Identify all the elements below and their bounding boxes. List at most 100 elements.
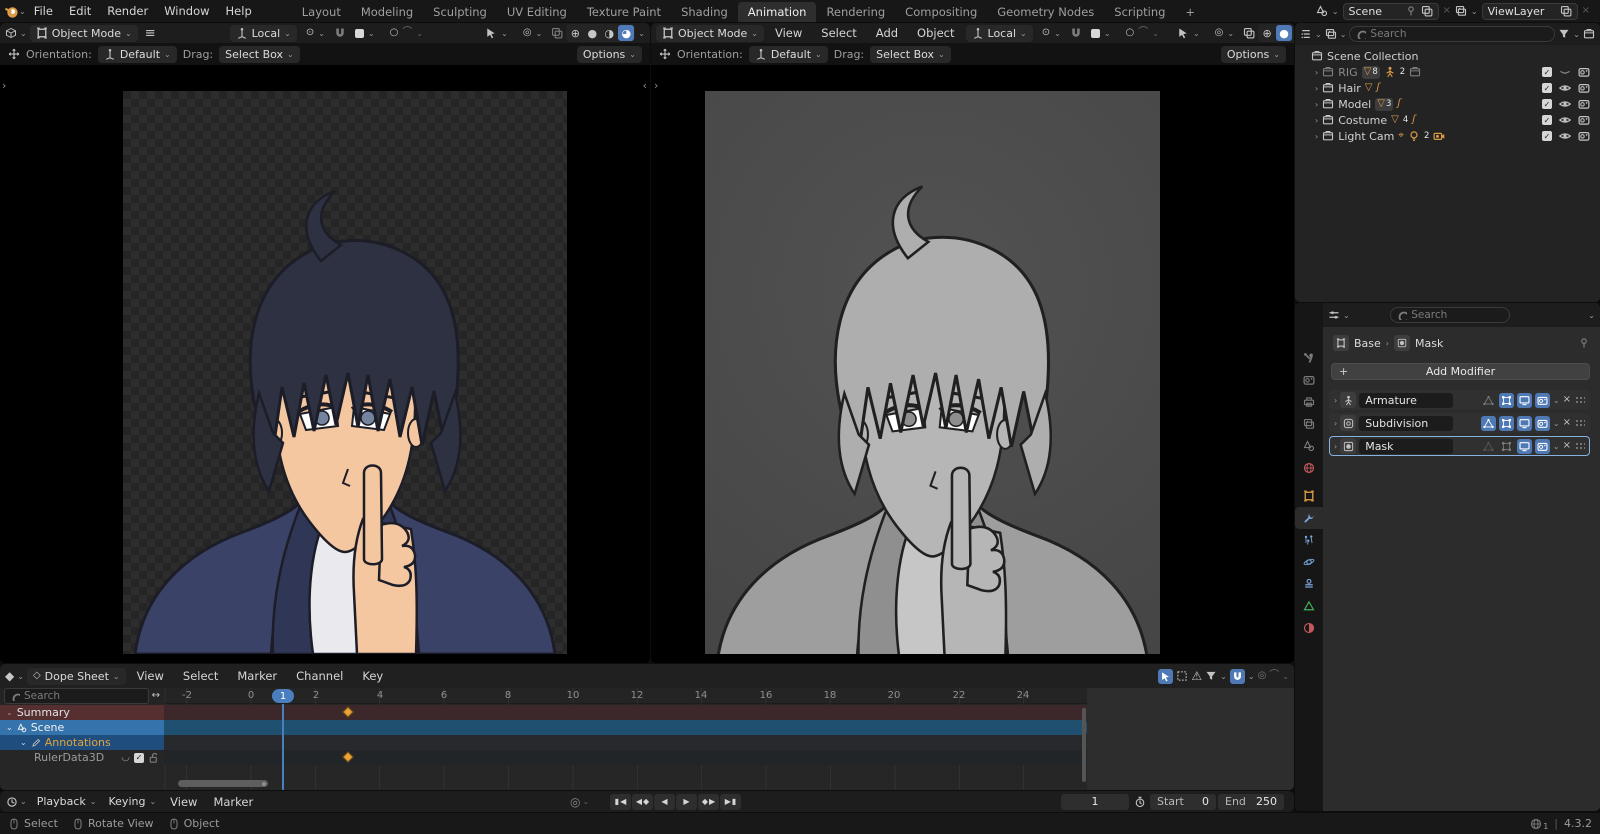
collapsed-menus-icon[interactable]: ≡: [141, 27, 160, 40]
menu-edit[interactable]: Edit: [61, 0, 99, 22]
eye-icon[interactable]: [1559, 82, 1571, 94]
eye-icon[interactable]: [1559, 130, 1571, 142]
dope-menu-select[interactable]: Select: [175, 665, 226, 687]
tab-render[interactable]: [1295, 369, 1323, 391]
toggle-edit-mode[interactable]: [1499, 439, 1514, 454]
scene-browse-chevron-icon[interactable]: ⌄: [1332, 7, 1339, 16]
properties-editor-type-icon[interactable]: [1328, 309, 1340, 321]
overlays-toggle[interactable]: ◎ ⌄: [1209, 25, 1240, 42]
camera-visibility-icon[interactable]: [1578, 98, 1590, 110]
filter-icon[interactable]: [1558, 28, 1570, 40]
shading-popover-chevron-icon[interactable]: ⌄: [638, 29, 645, 38]
editor-type-chevron-icon[interactable]: ⌄: [20, 29, 27, 38]
tab-compositing[interactable]: Compositing: [895, 2, 987, 22]
expand-chevron-icon[interactable]: ›: [1334, 419, 1337, 428]
tab-geometry-nodes[interactable]: Geometry Nodes: [987, 2, 1104, 22]
viewport-menu-view[interactable]: View: [767, 23, 810, 44]
tool-drag-dropdown[interactable]: Select Box ⌄: [219, 45, 300, 63]
viewlayer-browse-icon[interactable]: [1455, 5, 1467, 17]
dope-menu-channel[interactable]: Channel: [288, 665, 351, 687]
modifier-name-field[interactable]: Subdivision: [1359, 415, 1454, 431]
modifier-extras-chevron-icon[interactable]: ⌄: [1553, 442, 1560, 451]
modifier-name-field[interactable]: Mask: [1359, 438, 1454, 454]
toggle-on-cage[interactable]: [1481, 439, 1496, 454]
keying-menu[interactable]: Keying ⌄: [103, 793, 163, 810]
toggle-render[interactable]: [1534, 392, 1550, 408]
overlays-toggle[interactable]: ◎ ⌄: [517, 25, 548, 42]
filter-icon[interactable]: [1205, 670, 1217, 682]
delete-modifier-icon[interactable]: ×: [1563, 395, 1571, 405]
viewport-right-canvas[interactable]: ›: [651, 65, 1294, 663]
tool-options-dropdown[interactable]: Options ⌄: [1220, 45, 1286, 63]
jump-to-end-button[interactable]: ▶ ▮: [720, 793, 741, 810]
viewlayer-browse-chevron-icon[interactable]: ⌄: [1471, 7, 1478, 16]
current-frame-field[interactable]: 1: [1061, 793, 1129, 810]
tab-tool[interactable]: [1295, 347, 1323, 369]
pivot-point-dropdown[interactable]: ⊙ ⌄: [1036, 25, 1067, 42]
transform-orientation-dropdown[interactable]: Local ⌄: [965, 24, 1033, 42]
tab-physics[interactable]: [1295, 551, 1323, 573]
tab-rendering[interactable]: Rendering: [816, 2, 895, 22]
exclude-checkbox[interactable]: ✓: [1542, 115, 1552, 125]
shading-rendered-button[interactable]: ◕: [618, 25, 635, 41]
outliner-row-light-cam[interactable]: › Light Cam ⌖ 2 ✓: [1295, 128, 1600, 144]
keying-icon[interactable]: ◎: [1258, 671, 1267, 681]
toggle-realtime[interactable]: [1516, 415, 1532, 431]
tab-layout[interactable]: Layout: [292, 2, 351, 22]
toggle-edit-mode[interactable]: [1498, 415, 1514, 431]
modifier-mask[interactable]: › Mask ⌄ ×: [1329, 436, 1590, 456]
outliner-search-input[interactable]: [1370, 28, 1549, 40]
outliner-display-mode-icon[interactable]: [1325, 28, 1337, 40]
new-viewlayer-icon[interactable]: [1560, 5, 1572, 17]
tool-options-dropdown[interactable]: Options ⌄: [576, 45, 642, 63]
lock-open-icon[interactable]: [148, 752, 160, 764]
proportional-edit-icon[interactable]: ⌒: [1269, 671, 1279, 681]
tab-sculpting[interactable]: Sculpting: [423, 2, 497, 22]
camera-visibility-icon[interactable]: [1578, 82, 1590, 94]
toggle-edit-mode[interactable]: [1498, 392, 1514, 408]
expand-chevron-icon[interactable]: ›: [1315, 84, 1318, 93]
menu-help[interactable]: Help: [218, 0, 260, 22]
modifier-armature[interactable]: › Armature ⌄ ×: [1329, 390, 1590, 410]
new-collection-icon[interactable]: [1583, 28, 1595, 40]
expand-chevron-icon[interactable]: ›: [1315, 132, 1318, 141]
drag-handle-icon[interactable]: [1575, 441, 1585, 451]
tool-orientation-dropdown[interactable]: Default ⌄: [97, 45, 177, 63]
sidebar-expand-chevron-icon[interactable]: ‹: [643, 79, 647, 92]
snap-dropdown[interactable]: [1229, 668, 1245, 684]
menu-render[interactable]: Render: [99, 0, 156, 22]
blender-logo-icon[interactable]: [4, 4, 19, 19]
use-preview-range-button[interactable]: [1131, 794, 1149, 810]
channel-rulerdata[interactable]: RulerData3D ◡ ✓: [0, 750, 164, 765]
show-hidden-icon[interactable]: [1176, 670, 1188, 682]
xray-toggle-icon[interactable]: [1243, 27, 1255, 39]
tab-material[interactable]: [1295, 617, 1323, 639]
toolbar-expand-chevron-icon[interactable]: ›: [2, 79, 6, 92]
frame-end-field[interactable]: End 250: [1218, 793, 1284, 810]
tab-modifiers[interactable]: [1295, 507, 1323, 529]
tool-orientation-dropdown[interactable]: Default ⌄: [748, 45, 828, 63]
toggle-realtime[interactable]: [1516, 392, 1532, 408]
tab-particles[interactable]: [1295, 529, 1323, 551]
shading-solid-button[interactable]: ●: [584, 25, 600, 41]
outliner-row-costume[interactable]: › Costume ▽ 4 ʃ ✓: [1295, 112, 1600, 128]
transform-orientation-dropdown[interactable]: Local ⌄: [229, 24, 297, 42]
modifier-subdivision[interactable]: › Subdivision ⌄ ×: [1329, 413, 1590, 433]
tab-constraints[interactable]: [1295, 573, 1323, 595]
snap-target-dropdown[interactable]: ⌄: [349, 25, 381, 42]
new-scene-icon[interactable]: [1421, 5, 1433, 17]
camera-visibility-icon[interactable]: [1578, 114, 1590, 126]
object-mode-dropdown[interactable]: Object Mode ⌄: [656, 24, 764, 42]
expand-chevron-icon[interactable]: ›: [1334, 396, 1337, 405]
mesh-chip-icon[interactable]: [1394, 335, 1410, 351]
shading-solid-button[interactable]: ●: [1276, 25, 1293, 41]
viewport-menu-select[interactable]: Select: [813, 23, 864, 44]
timeline-menu-view[interactable]: View: [162, 791, 205, 812]
mute-curve-icon[interactable]: ◡: [121, 752, 130, 763]
dope-menu-view[interactable]: View: [129, 665, 172, 687]
object-chip-icon[interactable]: [1333, 335, 1349, 351]
snap-magnet-icon[interactable]: [334, 27, 346, 39]
horizontal-scrollbar[interactable]: [178, 780, 268, 787]
gizmo-toggle[interactable]: ⌄: [1171, 25, 1206, 42]
modifier-extras-chevron-icon[interactable]: ⌄: [1553, 396, 1560, 405]
